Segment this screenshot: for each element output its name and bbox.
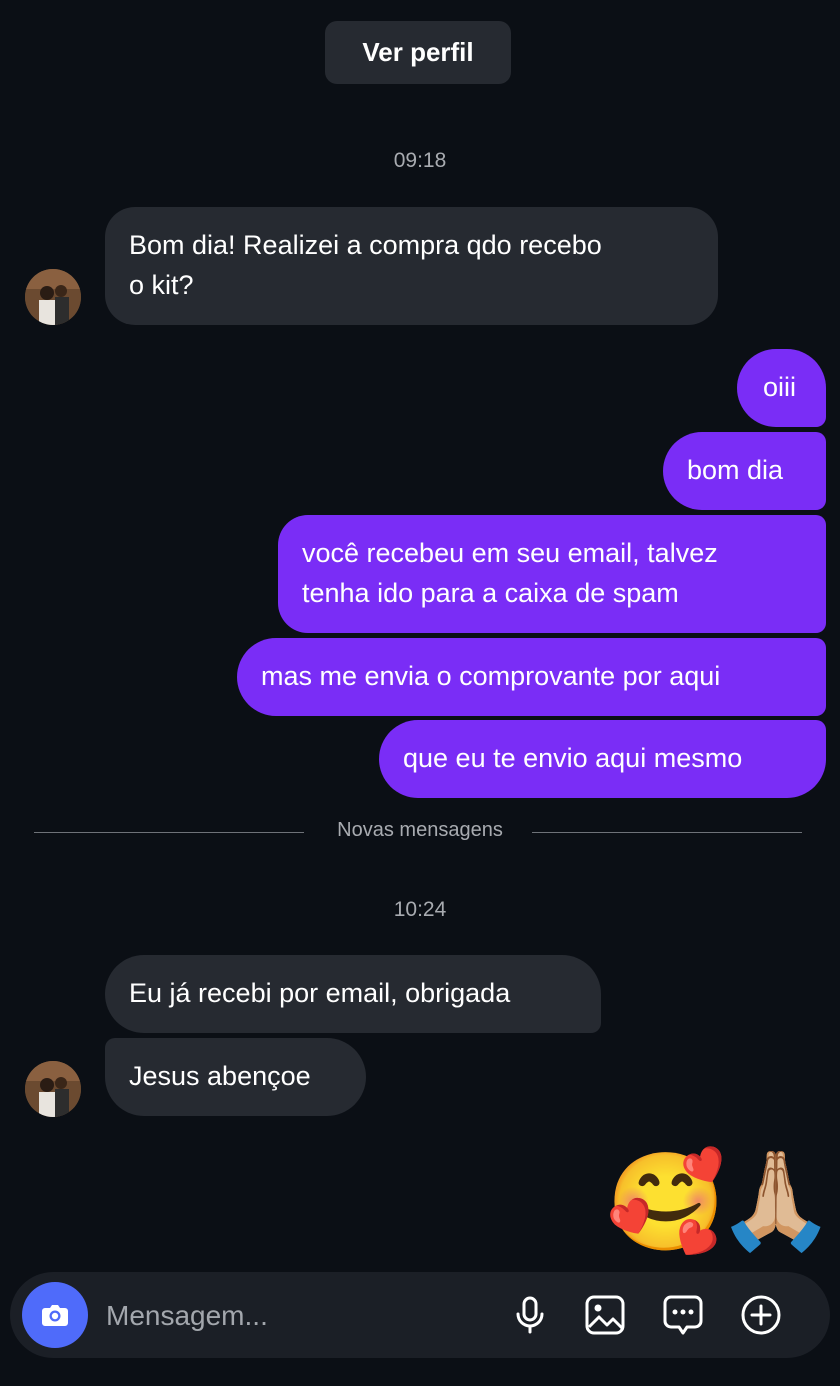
divider-line-right [532,832,802,833]
new-messages-label: Novas mensagens [337,819,503,841]
avatar-photo-icon [25,269,81,325]
camera-icon [42,1305,68,1326]
sent-message-bubble[interactable]: que eu te envio aqui mesmo [379,720,826,798]
sent-message-bubble[interactable]: bom dia [663,432,826,510]
sent-message-bubble[interactable]: mas me envia o comprovante por aqui [237,638,826,716]
message-text-line: tenha ido para a caixa de spam [302,578,679,608]
timestamp: 10:24 [393,898,447,921]
message-input[interactable] [104,1292,498,1340]
timestamp: 09:18 [393,149,447,172]
sent-message-bubble[interactable]: oiii [737,349,826,427]
received-message-bubble[interactable]: Bom dia! Realizei a compra qdo recebo o … [105,207,718,325]
message-text-line: você recebeu em seu email, talvez [302,538,718,568]
sender-avatar[interactable] [25,269,81,325]
message-text-line: o kit? [129,270,194,300]
gallery-button[interactable] [583,1293,627,1337]
received-message-bubble[interactable]: Jesus abençoe [105,1038,366,1116]
sender-avatar[interactable] [25,1061,81,1117]
sticker-icon [663,1295,703,1335]
image-icon [585,1295,625,1335]
microphone-icon [516,1296,544,1334]
praying-hands-emoji[interactable]: 🙏🏼 [716,1150,836,1250]
message-composer [10,1272,830,1358]
sent-message-bubble[interactable]: você recebeu em seu email, talvez tenha … [278,515,826,633]
camera-button[interactable] [22,1282,88,1348]
received-message-bubble[interactable]: Eu já recebi por email, obrigada [105,955,601,1033]
plus-icon [741,1295,781,1335]
microphone-button[interactable] [508,1293,552,1337]
avatar-photo-icon [25,1061,81,1117]
message-text-line: Bom dia! Realizei a compra qdo recebo [129,230,602,260]
view-profile-button[interactable]: Ver perfil [325,21,511,84]
smiling-face-with-hearts-emoji[interactable]: 🥰 [606,1152,726,1252]
more-button[interactable] [739,1293,783,1337]
sticker-button[interactable] [661,1293,705,1337]
